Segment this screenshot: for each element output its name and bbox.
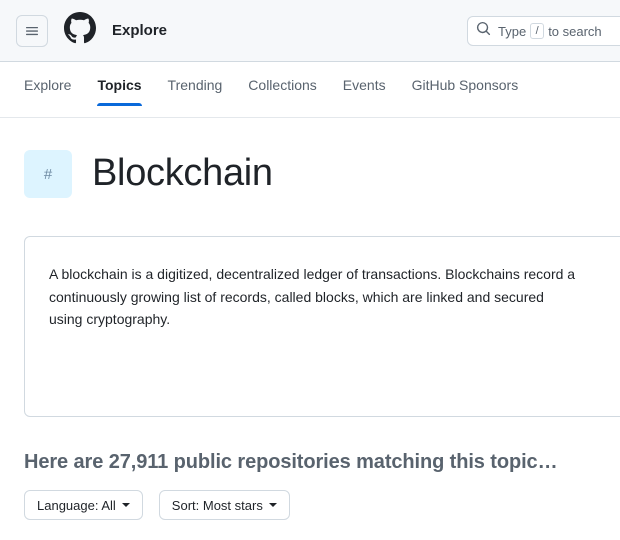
- tab-github-sponsors[interactable]: GitHub Sponsors: [412, 77, 519, 106]
- topic-description-card: A blockchain is a digitized, decentraliz…: [24, 236, 620, 417]
- results-heading: Here are 27,911 public repositories matc…: [24, 451, 596, 474]
- tab-trending[interactable]: Trending: [168, 77, 223, 106]
- hamburger-menu-icon: [24, 23, 40, 39]
- sort-filter[interactable]: Sort: Most stars: [159, 490, 290, 520]
- tab-events[interactable]: Events: [343, 77, 386, 106]
- topic-description-text: A blockchain is a digitized, decentraliz…: [49, 263, 579, 331]
- language-filter-label: Language: All: [37, 498, 116, 513]
- hash-icon: #: [24, 150, 72, 198]
- search-icon: [476, 21, 491, 41]
- global-header: Explore Type / to search: [0, 0, 620, 62]
- tab-collections[interactable]: Collections: [248, 77, 316, 106]
- chevron-down-icon: [122, 503, 130, 507]
- explore-nav-tabs: Explore Topics Trending Collections Even…: [0, 62, 620, 118]
- github-logo-link[interactable]: [64, 12, 96, 49]
- tab-explore[interactable]: Explore: [24, 77, 71, 106]
- search-placeholder: Type / to search: [498, 23, 602, 39]
- main-content: # Blockchain A blockchain is a digitized…: [0, 118, 620, 520]
- hamburger-menu-button[interactable]: [16, 15, 48, 47]
- tab-list: Explore Topics Trending Collections Even…: [24, 62, 596, 117]
- explore-header-link[interactable]: Explore: [112, 22, 167, 39]
- topic-header: # Blockchain: [24, 118, 596, 198]
- filter-bar: Language: All Sort: Most stars: [24, 490, 596, 520]
- language-filter[interactable]: Language: All: [24, 490, 143, 520]
- page-title: Blockchain: [92, 153, 273, 195]
- search-placeholder-suffix: to search: [548, 24, 601, 39]
- sort-filter-label: Sort: Most stars: [172, 498, 263, 513]
- search-placeholder-prefix: Type: [498, 24, 526, 39]
- tab-topics[interactable]: Topics: [97, 77, 141, 106]
- chevron-down-icon: [269, 503, 277, 507]
- github-logo-icon: [64, 12, 96, 49]
- search-input[interactable]: Type / to search: [467, 16, 620, 46]
- slash-key-hint: /: [530, 23, 544, 39]
